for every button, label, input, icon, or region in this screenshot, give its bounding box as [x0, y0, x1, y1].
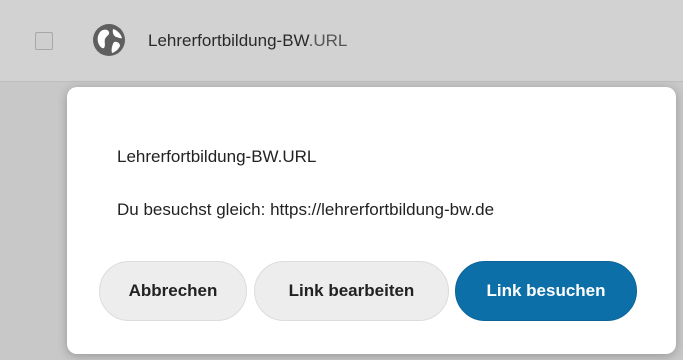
dialog-title: Lehrerfortbildung-BW.URL — [117, 147, 317, 166]
confirm-link-dialog: Lehrerfortbildung-BW.URL Du besuchst gle… — [67, 87, 676, 354]
visit-link-button[interactable]: Link besuchen — [455, 261, 637, 321]
file-name[interactable]: Lehrerfortbildung-BW.URL — [148, 31, 347, 51]
file-name-base: Lehrerfortbildung-BW — [148, 31, 309, 50]
edit-link-button[interactable]: Link bearbeiten — [254, 261, 449, 321]
row-checkbox[interactable] — [35, 32, 53, 50]
file-name-extension: .URL — [308, 31, 348, 50]
dialog-message: Du besuchst gleich: https://lehrerfortbi… — [117, 200, 495, 219]
cancel-button[interactable]: Abbrechen — [99, 261, 247, 321]
globe-icon — [93, 24, 125, 56]
file-list-row[interactable]: Lehrerfortbildung-BW.URL — [0, 0, 683, 82]
